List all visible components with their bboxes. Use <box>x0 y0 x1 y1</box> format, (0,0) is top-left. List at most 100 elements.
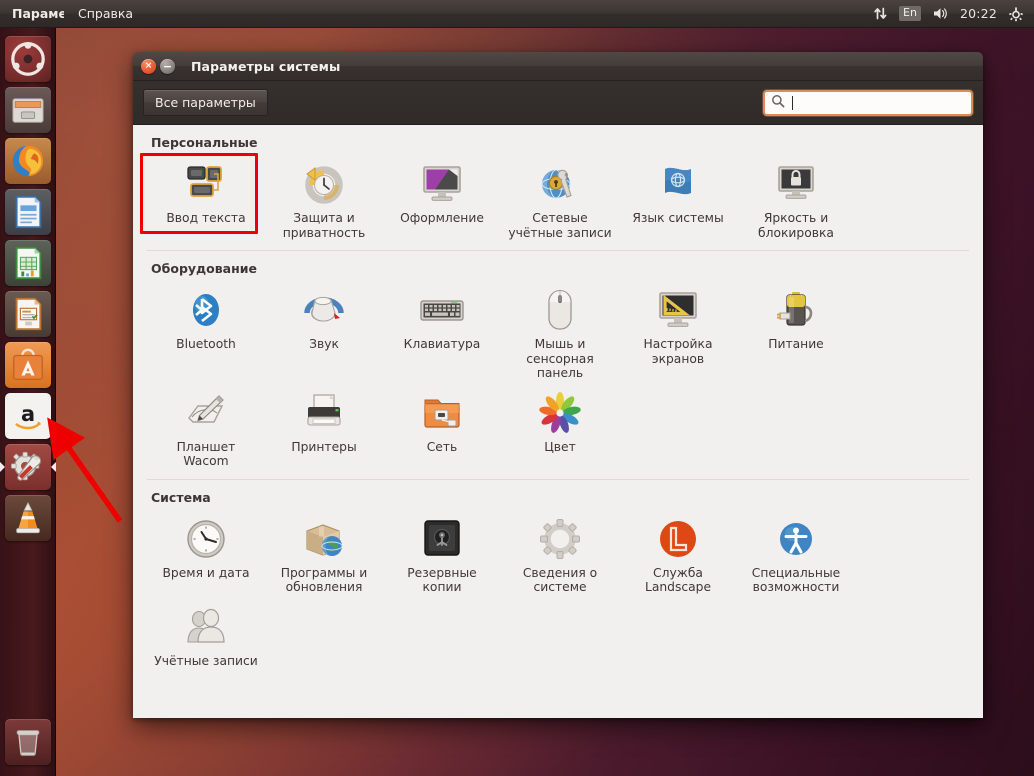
settings-tile-keyboard[interactable]: Клавиатура <box>383 278 501 381</box>
settings-tile-label: Настройка экранов <box>643 337 713 366</box>
section-title-personal: Персональные <box>151 135 258 150</box>
settings-tile-user-accounts[interactable]: Учётные записи <box>147 595 265 679</box>
launcher-item-ubuntu-software-center[interactable] <box>4 342 51 388</box>
window-minimize-button[interactable]: − <box>160 58 175 74</box>
all-settings-button[interactable]: Все параметры <box>143 89 268 116</box>
minimize-icon: − <box>162 59 173 73</box>
software-updates-icon <box>300 515 348 563</box>
settings-tile-online-accounts[interactable]: Сетевые учётные записи <box>501 152 619 240</box>
system-info-gear-icon <box>536 515 584 563</box>
settings-tile-displays[interactable]: Настройка экранов <box>619 278 737 381</box>
trash-icon <box>16 730 40 756</box>
settings-tile-power[interactable]: Питание <box>737 278 855 381</box>
settings-tile-label: Программы и обновления <box>280 565 368 595</box>
keyboard-icon <box>418 286 466 334</box>
volume-icon[interactable] <box>932 6 949 21</box>
text-entry-icon <box>182 160 230 208</box>
settings-tile-brightness-lock[interactable]: Яркость и блокировка <box>737 152 855 240</box>
network-arrows-icon[interactable] <box>873 6 888 21</box>
settings-tile-text-entry[interactable]: Ввод текста <box>147 152 265 240</box>
settings-tile-landscape[interactable]: Служба Landscape <box>619 507 737 595</box>
displays-icon <box>654 286 702 334</box>
settings-tile-label: Язык системы <box>632 211 724 225</box>
firefox-icon <box>12 145 43 177</box>
settings-tile-label: Клавиатура <box>403 337 481 351</box>
settings-tile-privacy[interactable]: Защита и приватность <box>265 152 383 240</box>
settings-tile-label: Учётные записи <box>154 653 258 668</box>
settings-tile-datetime[interactable]: Время и дата <box>147 507 265 595</box>
launcher-trash-slot <box>0 715 56 770</box>
settings-tile-wacom[interactable]: Планшет Wacom <box>147 381 265 469</box>
settings-tile-accessibility[interactable]: Специальные возможности <box>737 507 855 595</box>
appearance-icon <box>418 160 466 208</box>
calc-icon <box>15 246 41 280</box>
section-hardware: Оборудование Bluetooth Звук Клавиатура М… <box>133 251 983 477</box>
file-manager-icon <box>11 98 44 123</box>
section-system: Система Время и дата Программы и обновле… <box>133 480 983 687</box>
launcher-item-vlc[interactable] <box>4 495 51 541</box>
search-input[interactable] <box>763 89 973 116</box>
launcher-item-firefox[interactable] <box>4 138 51 184</box>
launcher-item-libreoffice-calc[interactable] <box>4 240 51 286</box>
settings-tile-label: Резервные копии <box>407 565 477 595</box>
settings-tile-backups[interactable]: Резервные копии <box>383 507 501 595</box>
session-gear-icon[interactable] <box>1008 6 1024 22</box>
window-title: Параметры системы <box>191 58 341 74</box>
settings-tile-label: Планшет Wacom <box>176 439 236 469</box>
launcher-item-libreoffice-impress[interactable] <box>4 291 51 337</box>
settings-tile-software-updates[interactable]: Программы и обновления <box>265 507 383 595</box>
system-settings-window: × − Параметры системы Все параметры Перс… <box>133 52 983 718</box>
software-center-icon <box>12 348 43 380</box>
launcher-item-system-settings[interactable] <box>0 444 56 490</box>
launcher-item-dash-home[interactable] <box>4 36 51 82</box>
panel-indicators: En 20:22 <box>873 0 1034 28</box>
panel-app-menu[interactable]: Парамет <box>8 0 64 28</box>
settings-tile-network[interactable]: Сеть <box>383 381 501 469</box>
settings-tile-label: Сведения о системе <box>522 565 598 595</box>
settings-tile-bluetooth[interactable]: Bluetooth <box>147 278 265 381</box>
unity-launcher: a <box>0 28 56 776</box>
section-personal-grid: Ввод текста Защита и приватность Оформле… <box>147 152 969 248</box>
window-titlebar[interactable]: × − Параметры системы <box>133 52 983 81</box>
clock-indicator[interactable]: 20:22 <box>960 6 997 21</box>
power-battery-icon <box>772 286 820 334</box>
settings-tile-system-info[interactable]: Сведения о системе <box>501 507 619 595</box>
user-accounts-icon <box>182 603 230 651</box>
settings-tile-label: Ввод текста <box>166 211 246 225</box>
panel-help-menu[interactable]: Справка <box>74 0 137 28</box>
settings-tile-label: Сетевые учётные записи <box>508 211 612 240</box>
launcher-item-amazon[interactable]: a <box>4 393 51 439</box>
clock-icon <box>182 515 230 563</box>
impress-icon <box>15 297 41 331</box>
settings-tile-color[interactable]: Цвет <box>501 381 619 469</box>
top-panel: Парамет Справка En 20:22 <box>0 0 1034 28</box>
launcher-item-libreoffice-writer[interactable] <box>4 189 51 235</box>
settings-content: Персональные Ввод текста Защита и приват… <box>133 125 983 718</box>
amazon-icon: a <box>14 402 41 430</box>
system-settings-icon <box>10 451 41 481</box>
window-close-button[interactable]: × <box>141 58 156 74</box>
section-title-system: Система <box>151 489 211 505</box>
section-title-hardware: Оборудование <box>151 261 257 276</box>
color-wheel-icon <box>536 389 584 437</box>
settings-tile-label: Служба Landscape <box>644 565 712 595</box>
section-system-grid: Время и дата Программы и обновления Резе… <box>147 507 969 687</box>
settings-tile-printers[interactable]: Принтеры <box>265 381 383 469</box>
settings-tile-label: Сеть <box>426 439 458 454</box>
settings-tile-label: Время и дата <box>162 565 250 580</box>
settings-tile-label: Питание <box>768 337 824 351</box>
launcher-item-files[interactable] <box>4 87 51 133</box>
settings-tile-language[interactable]: Язык системы <box>619 152 737 240</box>
wacom-tablet-icon <box>182 389 230 437</box>
settings-tile-sound[interactable]: Звук <box>265 278 383 381</box>
settings-tile-mouse-touchpad[interactable]: Мышь и сенсорная панель <box>501 278 619 381</box>
close-icon: × <box>144 60 153 71</box>
writer-icon <box>15 195 41 229</box>
landscape-icon <box>654 515 702 563</box>
panel-menubar: Парамет Справка <box>0 0 137 28</box>
launcher-item-trash[interactable] <box>5 719 51 765</box>
settings-tile-appearance[interactable]: Оформление <box>383 152 501 240</box>
privacy-icon <box>300 160 348 208</box>
online-accounts-icon <box>536 160 584 208</box>
keyboard-layout-indicator[interactable]: En <box>899 6 921 21</box>
